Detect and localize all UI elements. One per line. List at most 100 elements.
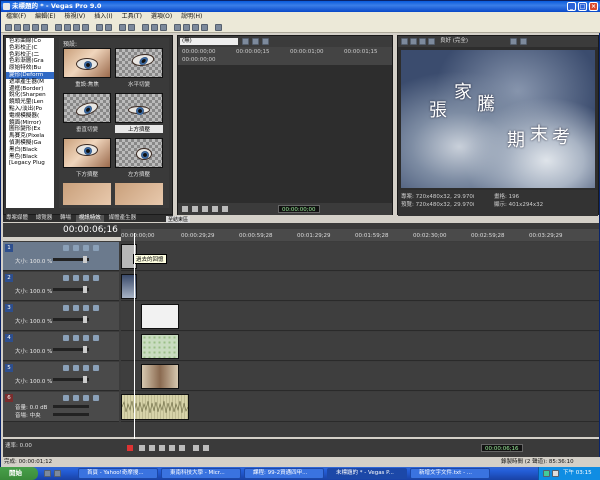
- slider-thumb[interactable]: [83, 286, 87, 293]
- selection-tool-icon[interactable]: [192, 24, 199, 31]
- go-to-start-icon[interactable]: [193, 445, 199, 451]
- preset-thumb-2[interactable]: [115, 48, 163, 78]
- preset-thumb-3[interactable]: [63, 93, 111, 123]
- task-vegas[interactable]: 未標題的 * - Vegas P...: [327, 468, 407, 479]
- preset-thumb-6[interactable]: [115, 138, 163, 168]
- menu-tools[interactable]: 工具(T): [122, 12, 142, 22]
- track-fx-icon[interactable]: [73, 275, 79, 281]
- trim-out-icon[interactable]: [252, 38, 259, 45]
- task-tnu[interactable]: 東南科技大學 - Micr...: [161, 468, 241, 479]
- white-clip[interactable]: [141, 304, 179, 329]
- tray-network-icon[interactable]: [543, 470, 550, 477]
- track-motion-icon[interactable]: [63, 305, 69, 311]
- track-header-1[interactable]: 1 大小: 100.0 %: [3, 242, 119, 271]
- pattern-clip[interactable]: [141, 334, 179, 359]
- tree-item[interactable]: 電視模擬器(: [6, 113, 54, 120]
- copy-snapshot-icon[interactable]: [510, 38, 517, 45]
- solo-icon[interactable]: [93, 275, 99, 281]
- preview-properties-icon[interactable]: [401, 38, 408, 45]
- paste-icon[interactable]: [73, 24, 80, 31]
- play-icon[interactable]: [159, 445, 165, 451]
- tab-transitions[interactable]: 轉場: [57, 215, 74, 222]
- track-fx-icon[interactable]: [73, 365, 79, 371]
- menu-help[interactable]: 說明(H): [181, 12, 202, 22]
- trim-icon[interactable]: [82, 24, 89, 31]
- track-header-2[interactable]: 2 大小: 100.0 %: [3, 272, 119, 301]
- loop-icon[interactable]: [139, 445, 145, 451]
- tree-item[interactable]: 色彩校正(C: [6, 45, 54, 52]
- track-lane-5[interactable]: [121, 362, 599, 391]
- track-fx-icon[interactable]: [73, 305, 79, 311]
- track-motion-icon[interactable]: [63, 275, 69, 281]
- tab-explorer[interactable]: 總覽器: [33, 215, 56, 222]
- solo-icon[interactable]: [93, 395, 99, 401]
- quicklaunch-ie-icon[interactable]: [44, 470, 51, 477]
- tree-item[interactable]: 偵測模擬(Ga: [6, 140, 54, 147]
- tree-item[interactable]: 馬賽克(Pixela: [6, 133, 54, 140]
- preset-thumb-5[interactable]: [63, 138, 111, 168]
- stop-icon[interactable]: [179, 445, 185, 451]
- tab-project-media[interactable]: 專案媒體: [3, 215, 31, 222]
- external-monitor-icon[interactable]: [410, 38, 417, 45]
- menu-insert[interactable]: 插入(I): [94, 12, 112, 22]
- tree-item[interactable]: 色彩曲線(Co: [6, 38, 54, 45]
- render-icon[interactable]: [41, 24, 48, 31]
- task-notepad[interactable]: 新增文字文件.txt - ...: [410, 468, 490, 479]
- track-motion-icon[interactable]: [63, 365, 69, 371]
- mute-icon[interactable]: [83, 335, 89, 341]
- track-header-4[interactable]: 4 大小: 100.0 %: [3, 332, 119, 361]
- save-snapshot-icon[interactable]: [520, 38, 527, 45]
- track-motion-icon[interactable]: [63, 245, 69, 251]
- trim-play-icon[interactable]: [192, 206, 198, 212]
- mute-icon[interactable]: [83, 365, 89, 371]
- trim-in-icon[interactable]: [242, 38, 249, 45]
- playhead[interactable]: [134, 233, 135, 441]
- slider-thumb[interactable]: [83, 316, 87, 323]
- tree-item[interactable]: 原始特效(Bu: [6, 65, 54, 72]
- overlays-icon[interactable]: [428, 38, 435, 45]
- preset-thumb-8[interactable]: [115, 183, 163, 205]
- tree-item[interactable]: 點入/淡出(Po: [6, 106, 54, 113]
- cut-icon[interactable]: [55, 24, 62, 31]
- track-fx-icon[interactable]: [63, 395, 69, 401]
- solo-icon[interactable]: [93, 365, 99, 371]
- pause-icon[interactable]: [169, 445, 175, 451]
- mute-icon[interactable]: [83, 275, 89, 281]
- track-fx-icon[interactable]: [73, 335, 79, 341]
- trim-stop-icon[interactable]: [212, 206, 218, 212]
- save-icon[interactable]: [23, 24, 30, 31]
- add-to-timeline-icon[interactable]: [262, 38, 269, 45]
- track-header-5[interactable]: 5 大小: 100.0 %: [3, 362, 119, 391]
- mute-icon[interactable]: [83, 305, 89, 311]
- loop-region-label[interactable]: 至結束區: [166, 216, 191, 223]
- menu-options[interactable]: 選項(O): [151, 12, 172, 22]
- snap-icon[interactable]: [128, 24, 135, 31]
- track-lane-2[interactable]: [121, 272, 599, 301]
- track-header-6[interactable]: 6 音量: 0.0 dB 音場: 中央: [3, 392, 119, 422]
- record-icon[interactable]: [127, 445, 133, 451]
- trim-loop-icon[interactable]: [182, 206, 188, 212]
- quicklaunch-desktop-icon[interactable]: [54, 470, 61, 477]
- undo-icon[interactable]: [96, 24, 103, 31]
- maximize-button[interactable]: □: [578, 2, 587, 11]
- slider-thumb[interactable]: [83, 376, 87, 383]
- help-icon[interactable]: [215, 24, 222, 31]
- auto-ripple-icon[interactable]: [142, 24, 149, 31]
- track-lane-4[interactable]: [121, 332, 599, 361]
- tray-volume-icon[interactable]: [552, 470, 559, 477]
- tab-media-generators[interactable]: 媒體產生器: [106, 215, 140, 222]
- menu-edit[interactable]: 編輯(E): [35, 12, 55, 22]
- task-yahoo[interactable]: 首頁 - Yahoo!奇摩搜...: [78, 468, 158, 479]
- minimize-button[interactable]: _: [567, 2, 576, 11]
- go-to-end-icon[interactable]: [203, 445, 209, 451]
- mute-icon[interactable]: [83, 395, 89, 401]
- solo-icon[interactable]: [93, 305, 99, 311]
- split-screen-icon[interactable]: [419, 38, 426, 45]
- start-button[interactable]: 開始: [0, 467, 38, 480]
- properties-icon[interactable]: [32, 24, 39, 31]
- track-lane-6[interactable]: [121, 392, 599, 422]
- tree-item[interactable]: 黑色(Black: [6, 154, 54, 161]
- tree-item[interactable]: [Legacy Plug: [6, 160, 54, 167]
- menu-file[interactable]: 檔案(F): [6, 12, 26, 22]
- envelope-tool-icon[interactable]: [183, 24, 190, 31]
